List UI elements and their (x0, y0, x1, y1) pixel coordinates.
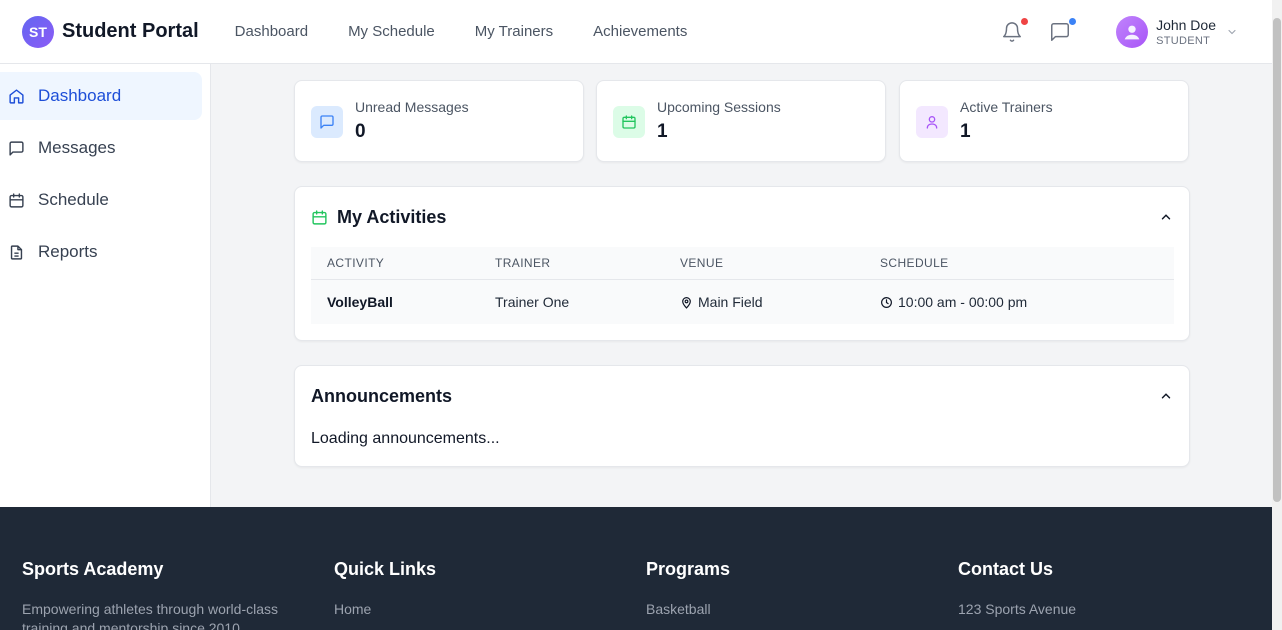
chevron-down-icon (1228, 29, 1236, 35)
stat-icon-box (613, 106, 645, 138)
stat-label: Upcoming Sessions (657, 99, 781, 115)
collapse-activities-button[interactable] (1159, 210, 1173, 229)
message-icon (320, 115, 334, 129)
user-icon (926, 116, 938, 129)
stat-value: 1 (657, 121, 668, 142)
activities-panel: My Activities ACTIVITY TRAINER VENUE SCH… (294, 186, 1190, 341)
chevron-up-icon (1161, 214, 1171, 220)
activities-title: My Activities (311, 207, 446, 228)
footer-links-title: Quick Links (334, 559, 437, 579)
document-icon (10, 244, 23, 260)
home-icon (9, 88, 24, 104)
announcements-title-text: Announcements (311, 386, 453, 406)
cell-venue: Main Field (680, 294, 763, 310)
sidebar-item-label: Messages (38, 138, 116, 157)
collapse-announcements-button[interactable] (1159, 389, 1173, 408)
user-icon (1124, 25, 1140, 40)
calendar-icon (312, 210, 327, 225)
nav-dashboard[interactable]: Dashboard (235, 23, 308, 40)
column-header-trainer: TRAINER (495, 256, 551, 270)
message-icon (9, 140, 24, 156)
nav-achievements[interactable]: Achievements (593, 23, 687, 40)
cell-trainer: Trainer One (495, 294, 570, 310)
table-row[interactable]: VolleyBall Trainer One Main Field 10:00 … (311, 280, 1174, 324)
footer-contact-title: Contact Us (958, 559, 1054, 579)
cell-activity: VolleyBall (327, 294, 393, 310)
stat-label: Unread Messages (355, 99, 469, 115)
sidebar-item-reports[interactable]: Reports (0, 228, 202, 276)
brand[interactable]: ST Student Portal (22, 15, 199, 48)
table-header: ACTIVITY TRAINER VENUE SCHEDULE (311, 247, 1174, 280)
brand-logo: ST (22, 15, 54, 48)
cell-schedule: 10:00 am - 00:00 pm (880, 294, 1027, 310)
schedule-text: 10:00 am - 00:00 pm (898, 294, 1028, 310)
activities-title-text: My Activities (337, 207, 447, 227)
footer-about-title: Sports Academy (22, 559, 164, 579)
sidebar-item-dashboard[interactable]: Dashboard (0, 72, 202, 120)
stat-value: 0 (355, 121, 366, 142)
footer-about-text: Empowering athletes through world-class … (22, 601, 279, 630)
page-scrollbar[interactable] (1272, 0, 1282, 630)
footer-contact-address: 123 Sports Avenue (958, 601, 1077, 617)
footer-quick-links: Quick Links Home (334, 559, 609, 619)
sidebar: Dashboard Messages Schedule Reports (0, 64, 211, 507)
announcements-title: Announcements (311, 386, 452, 407)
stat-card-upcoming-sessions: Upcoming Sessions 1 (596, 80, 886, 162)
footer-program-basketball[interactable]: Basketball (646, 600, 921, 619)
clock-icon (881, 296, 892, 308)
sidebar-item-schedule[interactable]: Schedule (0, 176, 202, 224)
messages-button[interactable] (1048, 18, 1077, 44)
calendar-icon (622, 115, 636, 129)
sidebar-item-messages[interactable]: Messages (0, 124, 202, 172)
announcements-panel: Announcements Loading announcements... (294, 365, 1190, 467)
sidebar-item-label: Dashboard (38, 86, 122, 105)
footer-programs-title: Programs (646, 559, 731, 579)
stat-icon-box (916, 106, 948, 138)
footer-contact: Contact Us 123 Sports Avenue (958, 559, 1233, 619)
notifications-button[interactable] (1000, 18, 1029, 44)
footer: Sports Academy Empowering athletes throu… (0, 507, 1272, 630)
column-header-schedule: SCHEDULE (880, 256, 949, 270)
footer-programs: Programs Basketball (646, 559, 921, 619)
scrollbar-thumb[interactable] (1273, 18, 1281, 502)
calendar-icon (9, 192, 24, 208)
sidebar-item-label: Reports (38, 242, 98, 261)
chat-icon (1051, 23, 1070, 41)
stat-icon-box (311, 106, 343, 138)
user-name: John Doe (1156, 17, 1216, 33)
footer-link-home[interactable]: Home (334, 600, 609, 619)
announcements-loading-text: Loading announcements... (311, 430, 500, 447)
stat-value: 1 (960, 121, 971, 142)
sidebar-item-label: Schedule (38, 190, 109, 209)
chevron-up-icon (1161, 393, 1171, 399)
nav-my-schedule[interactable]: My Schedule (348, 23, 435, 40)
bell-icon (1003, 22, 1022, 42)
top-actions: John Doe STUDENT (1000, 0, 1272, 64)
top-navbar: ST Student Portal Dashboard My Schedule … (0, 0, 1272, 64)
nav-my-trainers[interactable]: My Trainers (475, 23, 553, 40)
location-pin-icon (682, 296, 691, 309)
avatar (1116, 16, 1149, 48)
stat-card-unread-messages: Unread Messages 0 (294, 80, 584, 162)
column-header-activity: ACTIVITY (327, 256, 385, 270)
user-menu[interactable]: John Doe STUDENT (1116, 16, 1238, 48)
top-nav: Dashboard My Schedule My Trainers Achiev… (235, 23, 728, 40)
brand-name: Student Portal (62, 20, 199, 42)
notification-dot (1021, 18, 1029, 25)
activities-table: ACTIVITY TRAINER VENUE SCHEDULE VolleyBa… (311, 247, 1174, 324)
venue-text: Main Field (698, 294, 763, 310)
footer-about: Sports Academy Empowering athletes throu… (22, 559, 297, 630)
message-dot (1069, 18, 1077, 25)
stat-label: Active Trainers (960, 99, 1053, 115)
stat-card-active-trainers: Active Trainers 1 (899, 80, 1189, 162)
column-header-venue: VENUE (680, 256, 724, 270)
user-role: STUDENT (1156, 35, 1211, 47)
